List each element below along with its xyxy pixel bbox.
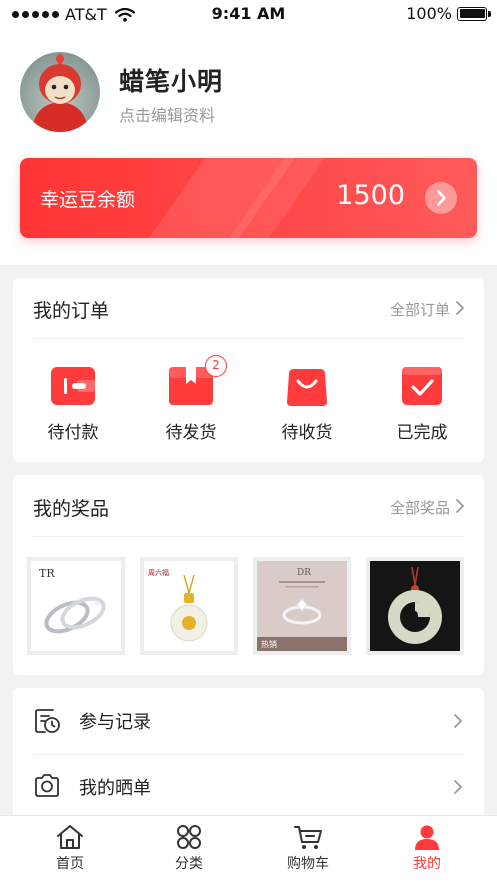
tab-label: 首页 xyxy=(56,856,84,872)
prize-brand: TR xyxy=(39,567,55,580)
gold-pendant-image: 周六福 xyxy=(148,568,208,642)
home-icon xyxy=(57,825,83,849)
menu-row-my-posts[interactable]: 我的晒单 xyxy=(33,754,464,820)
order-label: 待收货 xyxy=(281,423,333,443)
battery-icon xyxy=(457,6,491,21)
avatar[interactable] xyxy=(20,52,100,132)
prize-item[interactable]: DR 热销 xyxy=(253,557,351,655)
user-name[interactable]: 蜡笔小明 xyxy=(119,62,223,98)
prize-tag: 热销 xyxy=(261,639,277,649)
tab-label: 分类 xyxy=(175,856,203,872)
status-bar: AT&T 9:41 AM 100% xyxy=(0,0,497,30)
check-box-icon xyxy=(402,367,442,405)
order-label: 待发货 xyxy=(165,423,217,443)
tab-label: 我的 xyxy=(413,856,441,872)
wallet-icon xyxy=(51,367,95,405)
cart-icon xyxy=(294,826,322,849)
prize-item[interactable]: TR xyxy=(27,557,125,655)
all-orders-link[interactable]: 全部订单 xyxy=(390,299,450,320)
menu-row-participation[interactable]: 参与记录 xyxy=(33,688,464,754)
row-label: 参与记录 xyxy=(79,712,151,733)
avatar-image xyxy=(32,54,88,132)
all-prizes-link[interactable]: 全部奖品 xyxy=(390,497,450,518)
prize-brand: 周六福 xyxy=(148,568,169,577)
edit-profile-link[interactable]: 点击编辑资料 xyxy=(119,102,215,126)
chevron-right-icon[interactable] xyxy=(425,182,457,214)
chevron-right-icon xyxy=(454,780,462,794)
orders-title: 我的订单 xyxy=(33,300,110,322)
jade-pendant-image xyxy=(370,561,460,651)
tab-cart[interactable]: 购物车 xyxy=(258,824,358,873)
user-icon xyxy=(415,825,439,850)
order-to-receive[interactable]: 待收货 xyxy=(252,364,362,443)
tab-category[interactable]: 分类 xyxy=(139,824,239,873)
prize-item[interactable]: 周六福 xyxy=(140,557,238,655)
tab-profile[interactable]: 我的 xyxy=(377,824,477,873)
record-clock-icon xyxy=(35,709,60,733)
tab-label: 购物车 xyxy=(287,856,329,872)
prizes-card: 我的奖品 全部奖品 TR 周六福 DR 热销 xyxy=(13,475,484,675)
diamond-ring-image: DR 热销 xyxy=(257,561,347,651)
beans-label: 幸运豆余额 xyxy=(40,189,136,211)
order-pending-payment[interactable]: 待付款 xyxy=(18,364,128,443)
prizes-title: 我的奖品 xyxy=(33,498,110,520)
chevron-right-icon[interactable] xyxy=(454,300,466,316)
chevron-right-icon xyxy=(454,714,462,728)
order-completed[interactable]: 已完成 xyxy=(367,364,477,443)
order-to-ship[interactable]: 2 待发货 xyxy=(136,355,246,443)
order-label: 已完成 xyxy=(396,423,448,443)
shopping-bag-icon xyxy=(287,369,327,406)
prize-item[interactable] xyxy=(366,557,464,655)
chevron-right-icon[interactable] xyxy=(454,498,466,514)
orders-card: 我的订单 全部订单 待付款 2 待发货 待收货 已完成 xyxy=(13,278,484,462)
tab-bar: 首页 分类 购物车 我的 xyxy=(0,815,497,883)
order-label: 待付款 xyxy=(47,423,99,443)
ring-pair-image: TR xyxy=(39,567,106,634)
beans-value: 1500 xyxy=(336,180,405,211)
menu-card: 参与记录 我的晒单 xyxy=(13,688,484,828)
category-icon xyxy=(177,825,201,849)
tab-home[interactable]: 首页 xyxy=(20,824,120,873)
row-label: 我的晒单 xyxy=(79,778,151,799)
battery-percent: 100% xyxy=(406,4,452,23)
prize-brand: DR xyxy=(297,568,311,578)
beans-balance-card[interactable]: 幸运豆余额 1500 xyxy=(20,158,477,238)
camera-icon xyxy=(35,774,59,797)
pending-ship-badge: 2 xyxy=(205,355,227,377)
